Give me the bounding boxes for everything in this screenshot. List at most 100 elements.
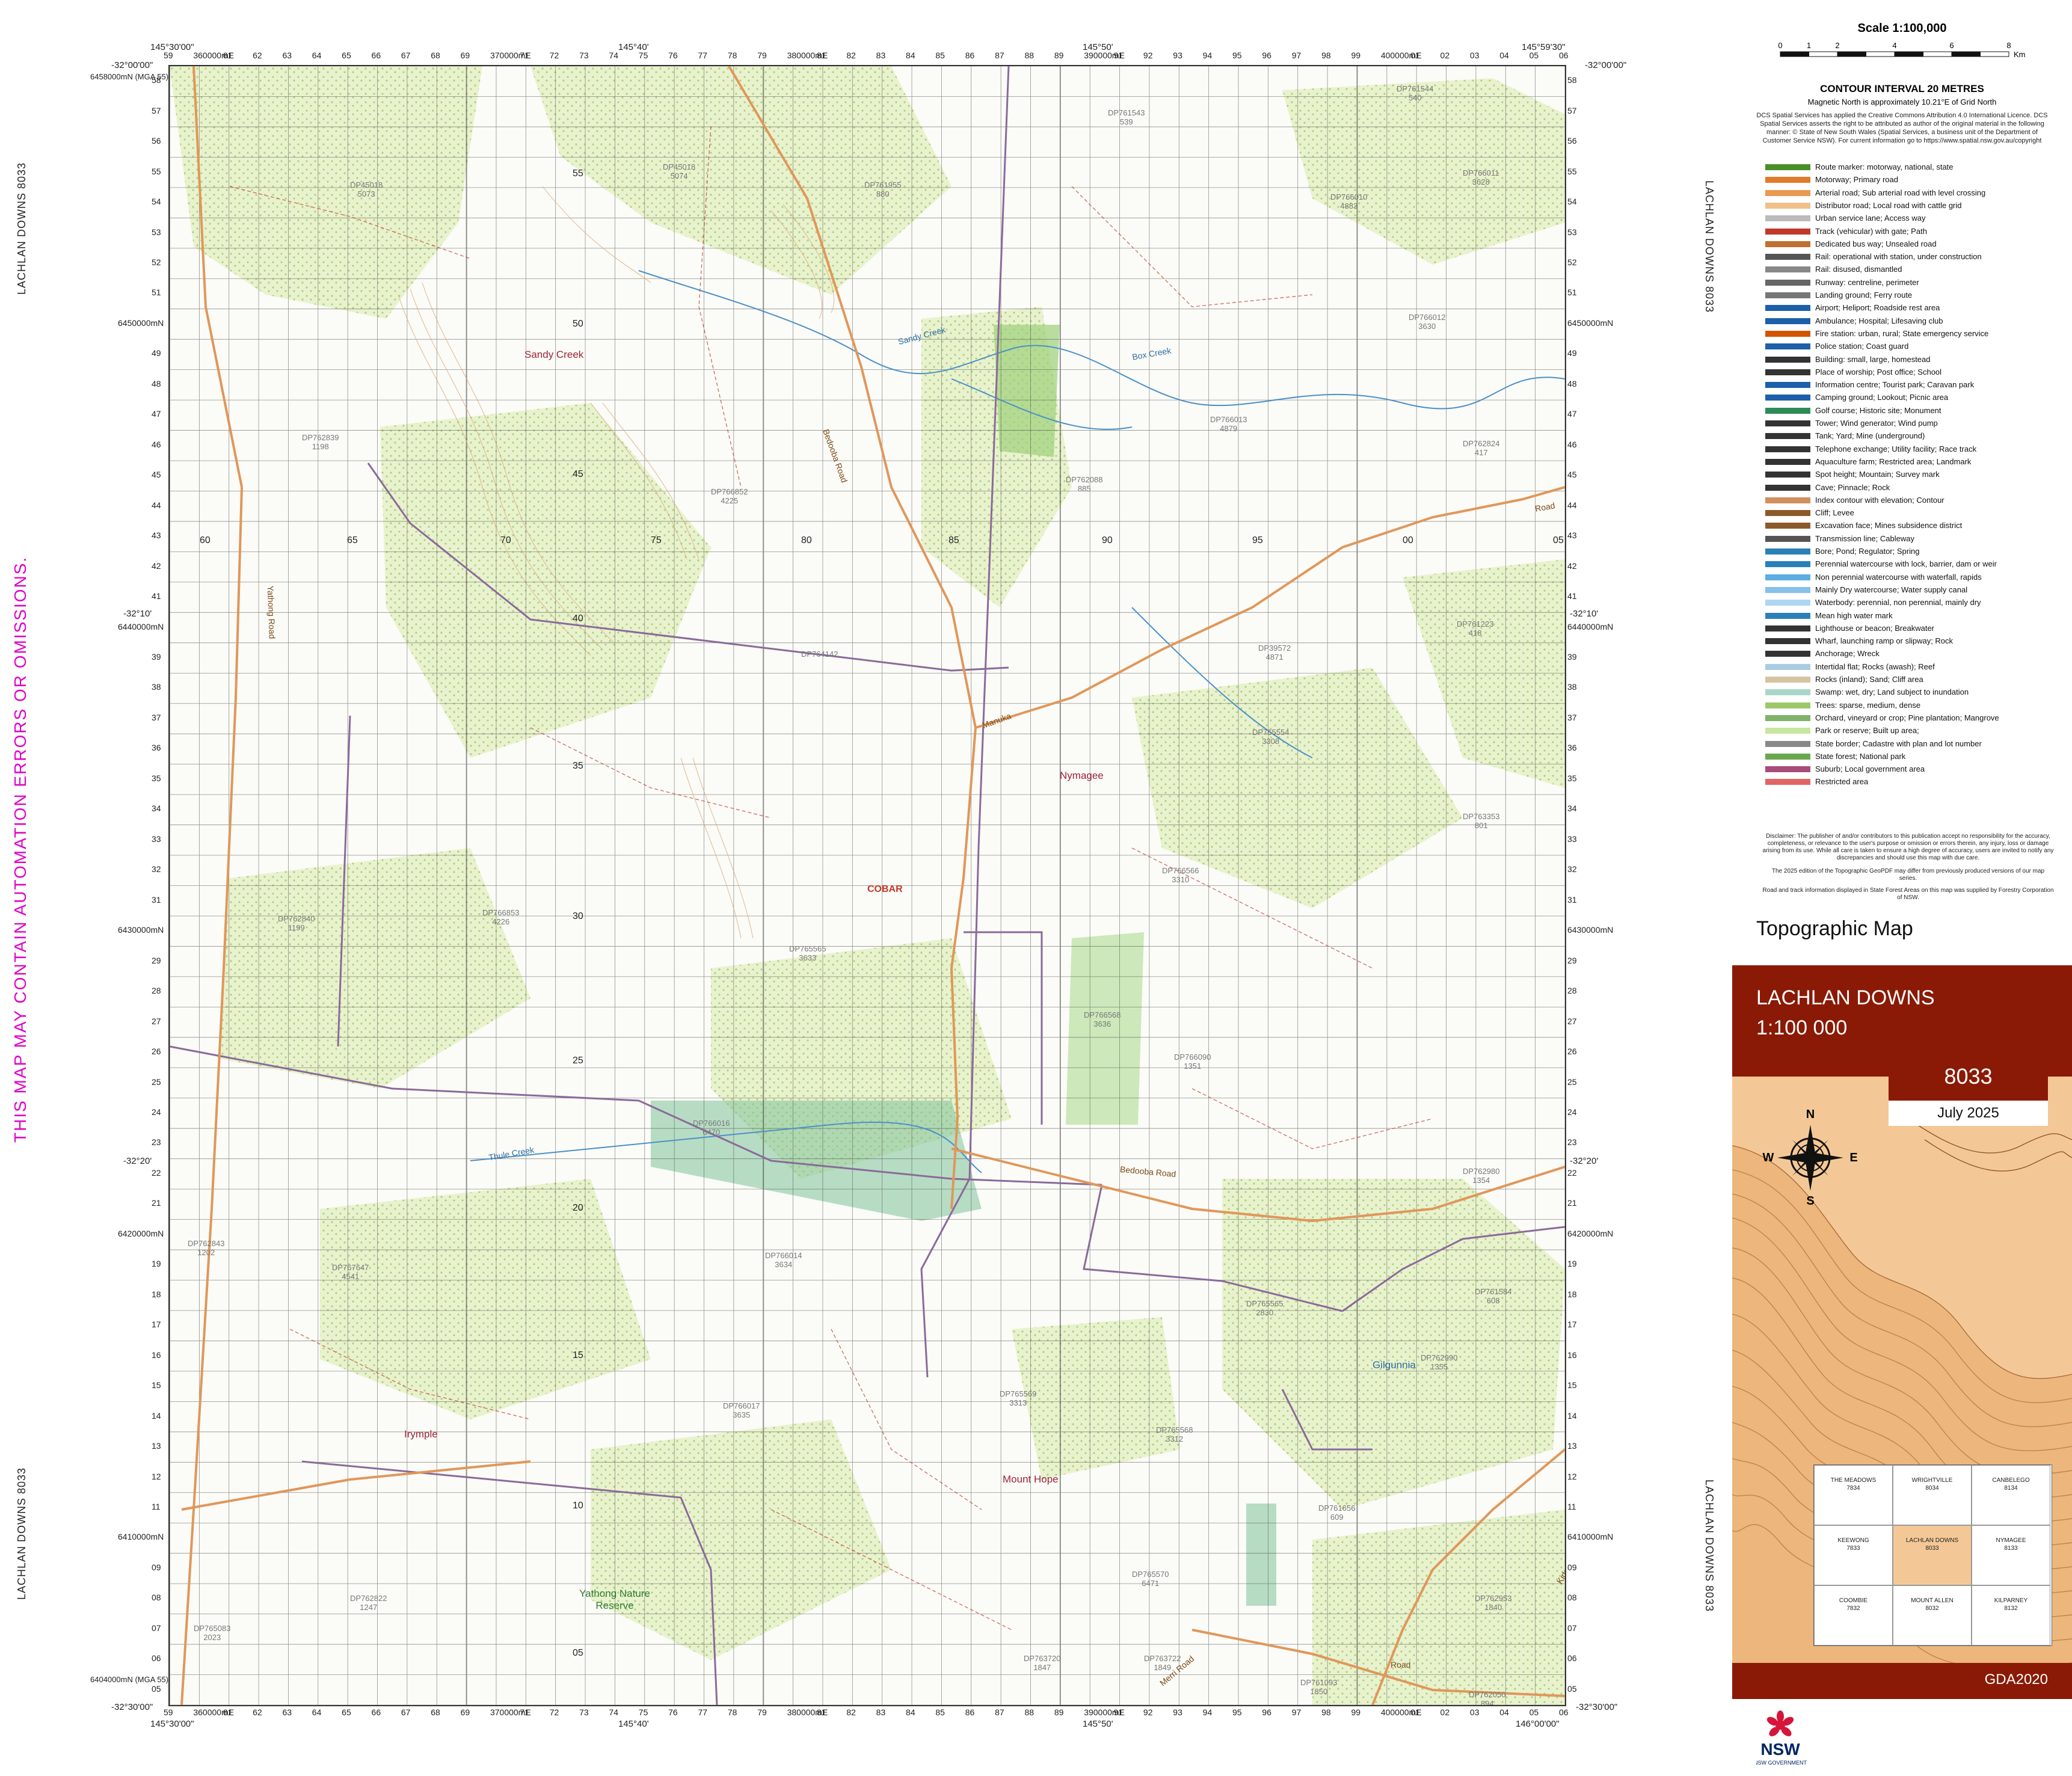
disclaimer-text: Disclaimer: The publisher of and/or cont… xyxy=(1762,833,2054,861)
easting-label-top: 79 xyxy=(757,51,767,60)
easting-label-bottom: 95 xyxy=(1232,1707,1242,1717)
legend-item-label: Cliff; Levee xyxy=(1815,508,1854,518)
northing-label-right: 6420000mN xyxy=(1567,1228,1614,1238)
legend-item-label: Route marker: motorway, national, state xyxy=(1815,162,1954,171)
left-side-name-top: LACHLAN DOWNS 8033 xyxy=(16,162,28,295)
compass-e: E xyxy=(1849,1151,1857,1164)
easting-label-bottom: 87 xyxy=(995,1707,1004,1717)
easting-label-top: 71 xyxy=(520,51,529,60)
easting-label-top: 92 xyxy=(1143,51,1153,60)
lot-label: DP45018 5074 xyxy=(663,162,696,180)
place-yathong-nature-reserve: Yathong Nature Reserve xyxy=(579,1588,650,1611)
northing-label-left: 6450000mN xyxy=(118,318,164,328)
northing-label-left: 32 xyxy=(152,864,161,874)
lot-label: DP766017 3635 xyxy=(723,1401,760,1419)
northing-label-right: 6430000mN xyxy=(1567,925,1614,935)
legend-item-label: Wharf, launching ramp or slipway; Rock xyxy=(1815,636,1954,646)
datum-band: GDA2020 xyxy=(1732,1663,2072,1699)
index-sheet-cell: COOMBIE 7832 xyxy=(1814,1585,1893,1645)
scale-tick-label: 4 xyxy=(1892,41,1896,50)
legend-item-label: Suburb; Local government area xyxy=(1815,764,1925,774)
datum-label: GDA2020 xyxy=(1984,1671,2048,1688)
northing-label-left: 38 xyxy=(152,682,161,692)
northing-label-left: 13 xyxy=(152,1441,161,1451)
easting-label-bottom: 92 xyxy=(1143,1707,1153,1717)
northing-label-right: 43 xyxy=(1567,530,1577,541)
legend-item-label: State border; Cadastre with plan and lot… xyxy=(1815,739,1982,748)
northing-label-right: 37 xyxy=(1567,712,1577,722)
easting-label-bottom: 73 xyxy=(579,1707,589,1717)
easting-label-bottom: 02 xyxy=(1440,1707,1450,1717)
easting-label-bottom: 93 xyxy=(1173,1707,1182,1717)
map-scale: 1:100 000 xyxy=(1756,1016,1848,1039)
long-mid2-bottom: 145°50' xyxy=(1083,1719,1113,1729)
easting-label-bottom: 64 xyxy=(312,1707,322,1717)
grid-big-number: 05 xyxy=(573,1648,583,1658)
northing-label-left: 58 xyxy=(152,75,161,85)
legend-symbol xyxy=(1765,574,1810,580)
map-sheet: THIS MAP MAY CONTAIN AUTOMATION ERRORS O… xyxy=(0,0,2072,1776)
northing-label-left: 24 xyxy=(152,1107,161,1117)
legend-item-label: Non perennial watercourse with waterfall… xyxy=(1815,572,1982,582)
northing-label-left: 53 xyxy=(152,227,161,237)
northing-label-right: 07 xyxy=(1567,1623,1577,1633)
legend-symbol xyxy=(1765,523,1810,529)
lot-label: DP762088 885 xyxy=(1066,475,1103,493)
northing-label-left: 28 xyxy=(152,986,161,996)
northing-label-right: 25 xyxy=(1567,1077,1577,1087)
lot-label: DP765083 2023 xyxy=(194,1624,231,1642)
legend-symbol xyxy=(1765,305,1810,312)
easting-label-bottom: 66 xyxy=(371,1707,381,1717)
lot-label: DP764142 xyxy=(801,650,838,659)
legend-item-label: Transmission line; Cableway xyxy=(1815,533,1914,543)
grid-big-number: 60 xyxy=(200,535,211,545)
svg-text:NSW: NSW xyxy=(1760,1740,1800,1759)
right-side-name-bottom: LACHLAN DOWNS 8033 xyxy=(1703,1479,1715,1612)
legend-item-label: Track (vehicular) with gate; Path xyxy=(1815,226,1927,236)
legend-symbol xyxy=(1765,395,1810,401)
legend-symbol xyxy=(1765,766,1810,773)
legend-symbol xyxy=(1765,343,1810,350)
topographic-map-body[interactable]: Sandy Creek Nymagee COBAR Irymple Mount … xyxy=(168,65,1566,1706)
legend-symbol xyxy=(1765,369,1810,375)
northing-label-right: 31 xyxy=(1567,894,1577,905)
northing-label-right: 22 xyxy=(1567,1167,1577,1178)
lot-label: DP766566 3310 xyxy=(1162,866,1199,884)
lot-label: DP766010 4883 xyxy=(1330,192,1368,210)
grid-big-number: 20 xyxy=(573,1203,583,1213)
scale-segment xyxy=(1866,51,1895,57)
easting-label-top: 86 xyxy=(965,51,975,60)
legend-symbol xyxy=(1765,561,1810,568)
northing-label-right: 6410000mN xyxy=(1567,1532,1614,1542)
northing-bottom: 6404000mN (MGA 55) xyxy=(90,1675,169,1684)
legend-item-label: Tank; Yard; Mine (underground) xyxy=(1815,431,1925,441)
legend-item-label: Perennial watercourse with lock, barrier… xyxy=(1815,559,1997,569)
easting-label-bottom: 84 xyxy=(906,1707,915,1717)
easting-label-top: 68 xyxy=(431,51,440,60)
easting-label-bottom: 99 xyxy=(1351,1707,1361,1717)
legend-symbol xyxy=(1765,548,1810,555)
northing-label-right: 53 xyxy=(1567,227,1577,237)
northing-label-left: 05 xyxy=(152,1683,161,1694)
lot-label: DP762050 894 xyxy=(1469,1690,1506,1706)
index-sheet-cell: NYMAGEE 8133 xyxy=(1972,1525,2050,1585)
easting-label-top: 99 xyxy=(1351,51,1361,60)
easting-label-bottom: 01 xyxy=(1410,1707,1420,1717)
scale-segment xyxy=(1923,51,1952,57)
legend-item-label: Index contour with elevation; Contour xyxy=(1815,495,1944,505)
legend-symbol xyxy=(1765,600,1810,606)
legend-item-label: Waterbody: perennial, non perennial, mai… xyxy=(1815,598,1981,607)
lat-mid2-right: -32°20' xyxy=(1570,1156,1599,1166)
easting-label-top: 78 xyxy=(727,51,737,60)
legend-symbol xyxy=(1765,753,1810,760)
northing-label-right: 35 xyxy=(1567,773,1577,783)
lot-label: DP766014 3634 xyxy=(765,1251,802,1269)
edition-note: The 2025 edition of the Topographic GeoP… xyxy=(1771,868,2045,882)
easting-label-bottom: 59 xyxy=(164,1707,173,1717)
easting-label-bottom: 68 xyxy=(431,1707,440,1717)
automation-warning: THIS MAP MAY CONTAIN AUTOMATION ERRORS O… xyxy=(11,556,29,1143)
grid-big-number: 65 xyxy=(347,535,358,545)
index-sheet-cell: LACHLAN DOWNS 8033 xyxy=(1893,1525,1972,1585)
easting-label-bottom: 96 xyxy=(1262,1707,1271,1717)
index-sheet-cell: MOUNT ALLEN 8032 xyxy=(1893,1585,1972,1645)
